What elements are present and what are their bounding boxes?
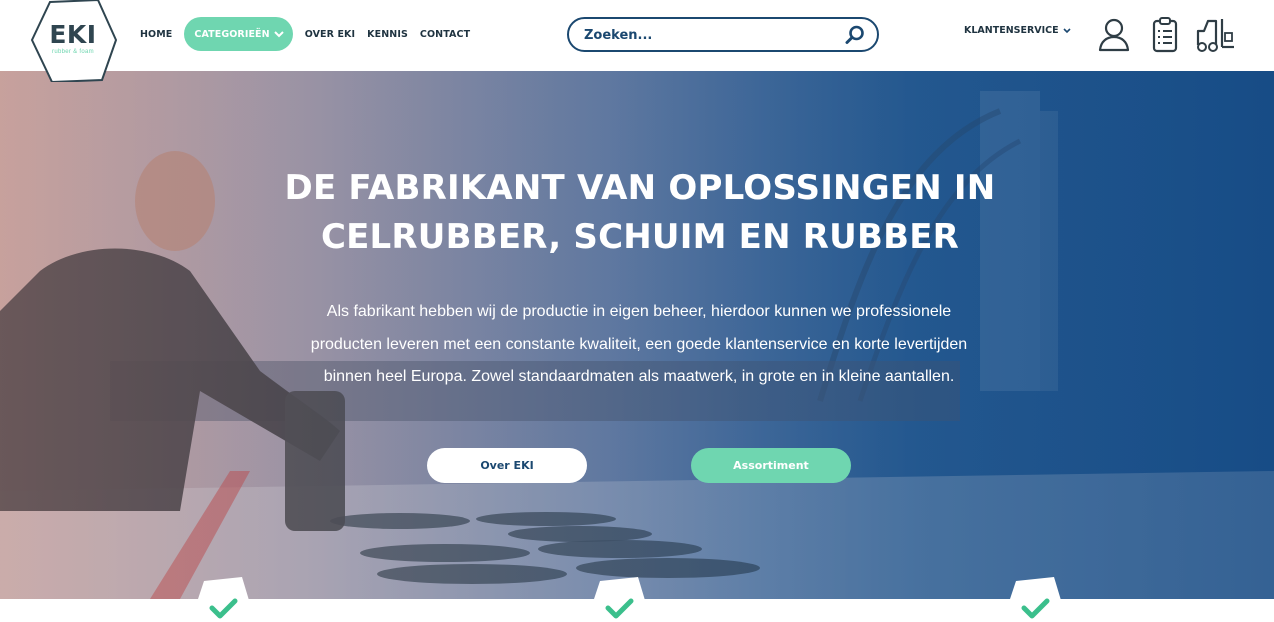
logo-subtitle: rubber & foam: [52, 49, 94, 55]
clipboard-list-icon[interactable]: [1148, 17, 1182, 53]
eki-logo[interactable]: EKI rubber & foam: [30, 0, 118, 82]
nav-item-categorieen[interactable]: CATEGORIEËN: [184, 17, 293, 51]
nav-item-contact[interactable]: CONTACT: [414, 17, 476, 51]
nav-item-over-eki[interactable]: OVER EKI: [299, 17, 361, 51]
search-box: [567, 17, 879, 52]
nav-item-kennis[interactable]: KENNIS: [361, 17, 414, 51]
nav-item-label: CATEGORIEËN: [194, 28, 270, 40]
main-nav: HOME CATEGORIEËN OVER EKI KENNIS CONTACT: [134, 17, 476, 51]
chevron-down-icon: [273, 30, 284, 37]
check-icon: [1004, 577, 1066, 619]
search-input[interactable]: [584, 25, 834, 45]
user-icon[interactable]: [1097, 17, 1131, 53]
klantenservice-label: KLANTENSERVICE: [964, 25, 1059, 36]
over-eki-button[interactable]: Over EKI: [427, 448, 587, 483]
assortiment-button[interactable]: Assortiment: [691, 448, 851, 483]
chevron-down-icon: [1063, 27, 1071, 33]
site-header: EKI rubber & foam HOME CATEGORIEËN OVER …: [0, 0, 1274, 82]
hero-banner: DE FABRIKANT VAN OPLOSSINGEN IN CELRUBBE…: [0, 71, 1274, 599]
check-icon: [192, 577, 254, 619]
klantenservice-menu[interactable]: KLANTENSERVICE: [964, 25, 1071, 36]
hero-title: DE FABRIKANT VAN OPLOSSINGEN IN CELRUBBE…: [284, 168, 996, 257]
nav-item-home[interactable]: HOME: [134, 17, 178, 51]
forklift-icon[interactable]: [1194, 17, 1236, 53]
check-icon: [588, 577, 650, 619]
hero-description: Als fabrikant hebben wij de productie in…: [310, 303, 968, 385]
logo-text: EKI: [49, 20, 97, 49]
search-icon[interactable]: [845, 25, 865, 45]
